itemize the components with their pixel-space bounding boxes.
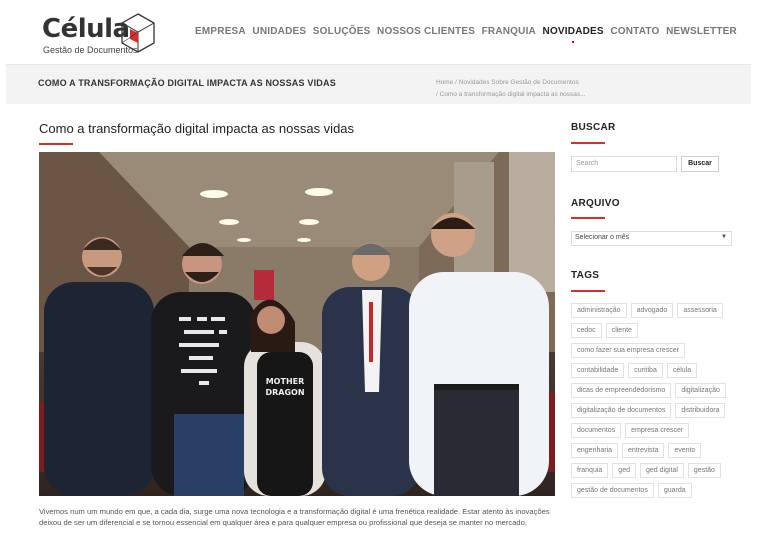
- tag-link[interactable]: advogado: [630, 303, 674, 318]
- search-button[interactable]: Buscar: [681, 156, 719, 172]
- nav-unidades[interactable]: UNIDADES: [252, 26, 306, 37]
- tag-cloud: administração advogado assessoria cedoc …: [571, 303, 736, 498]
- post-excerpt: Vivemos num um mundo em que, a cada dia,…: [39, 507, 550, 527]
- tag-link[interactable]: documentos: [571, 423, 622, 438]
- tag-link[interactable]: franquia: [571, 463, 609, 478]
- cube-logo-icon: [121, 13, 155, 53]
- tag-link[interactable]: administração: [571, 303, 627, 318]
- tag-link[interactable]: gestão: [687, 463, 721, 478]
- tag-link[interactable]: empresa crescer: [625, 423, 690, 438]
- tag-link[interactable]: engenharia: [571, 443, 619, 458]
- group-photo-illustration: MOTHER DRAGON: [39, 152, 555, 496]
- tag-link[interactable]: assessoria: [677, 303, 723, 318]
- post-title-underline: [39, 143, 73, 145]
- nav-nossos-clientes[interactable]: NOSSOS CLIENTES: [377, 26, 475, 37]
- search-heading: BUSCAR: [571, 122, 616, 133]
- breadcrumb-novidades[interactable]: Novidades Sobre Gestão de Documentos: [459, 79, 579, 86]
- tag-link[interactable]: célula: [666, 363, 698, 378]
- tags-heading-underline: [571, 290, 605, 292]
- search-input[interactable]: Search: [571, 156, 677, 172]
- archive-heading: ARQUIVO: [571, 198, 620, 209]
- tag-link[interactable]: cedoc: [571, 323, 602, 338]
- tag-link[interactable]: como fazer sua empresa crescer: [571, 343, 685, 358]
- post-featured-image: MOTHER DRAGON: [39, 152, 555, 496]
- breadcrumb-home[interactable]: Home: [436, 79, 453, 86]
- breadcrumb-current: Como a transformação digital impacta as …: [439, 91, 586, 98]
- tag-link[interactable]: digitalização: [675, 383, 726, 398]
- page-title: COMO A TRANSFORMAÇÃO DIGITAL IMPACTA AS …: [38, 78, 336, 88]
- tag-link[interactable]: dicas de empreendedorismo: [571, 383, 672, 398]
- shirt-text-line-1: MOTHER: [266, 377, 305, 386]
- tag-link[interactable]: ged: [612, 463, 636, 478]
- chevron-down-icon: ▼: [721, 234, 727, 240]
- tag-link[interactable]: gestão de documentos: [571, 483, 654, 498]
- tag-link[interactable]: entrevista: [622, 443, 665, 458]
- breadcrumb: Home / Novidades Sobre Gestão de Documen…: [436, 79, 586, 98]
- page-title-bar: COMO A TRANSFORMAÇÃO DIGITAL IMPACTA AS …: [6, 64, 751, 104]
- nav-novidades[interactable]: NOVIDADES: [543, 26, 604, 37]
- archive-selected-value: Selecionar o mês: [575, 234, 630, 241]
- shirt-text-line-2: DRAGON: [265, 388, 304, 397]
- archive-month-select[interactable]: Selecionar o mês ▼: [571, 231, 732, 246]
- tag-link[interactable]: guarda: [657, 483, 692, 498]
- logo-wordmark: Célula: [42, 14, 130, 44]
- site-header: Célula Gestão de Documentos EMPRESA UNID…: [0, 0, 757, 64]
- logo[interactable]: Célula Gestão de Documentos: [40, 12, 160, 58]
- nav-contato[interactable]: CONTATO: [610, 26, 659, 37]
- nav-franquia[interactable]: FRANQUIA: [482, 26, 536, 37]
- post-title[interactable]: Como a transformação digital impacta as …: [39, 121, 354, 136]
- archive-heading-underline: [571, 217, 605, 219]
- nav-empresa[interactable]: EMPRESA: [195, 26, 246, 37]
- nav-solucoes[interactable]: SOLUÇÕES: [313, 26, 371, 37]
- tag-link[interactable]: distribuidora: [675, 403, 726, 418]
- tag-link[interactable]: cliente: [605, 323, 638, 338]
- main-nav: EMPRESA UNIDADES SOLUÇÕES NOSSOS CLIENTE…: [195, 26, 737, 37]
- search-heading-underline: [571, 142, 605, 144]
- tag-link[interactable]: ged digital: [639, 463, 684, 478]
- tag-link[interactable]: contabilidade: [571, 363, 625, 378]
- tag-link[interactable]: evento: [668, 443, 702, 458]
- tag-link[interactable]: curitiba: [628, 363, 663, 378]
- tag-link[interactable]: digitalização de documentos: [571, 403, 672, 418]
- tags-heading: TAGS: [571, 270, 600, 281]
- nav-newsletter[interactable]: NEWSLETTER: [666, 26, 737, 37]
